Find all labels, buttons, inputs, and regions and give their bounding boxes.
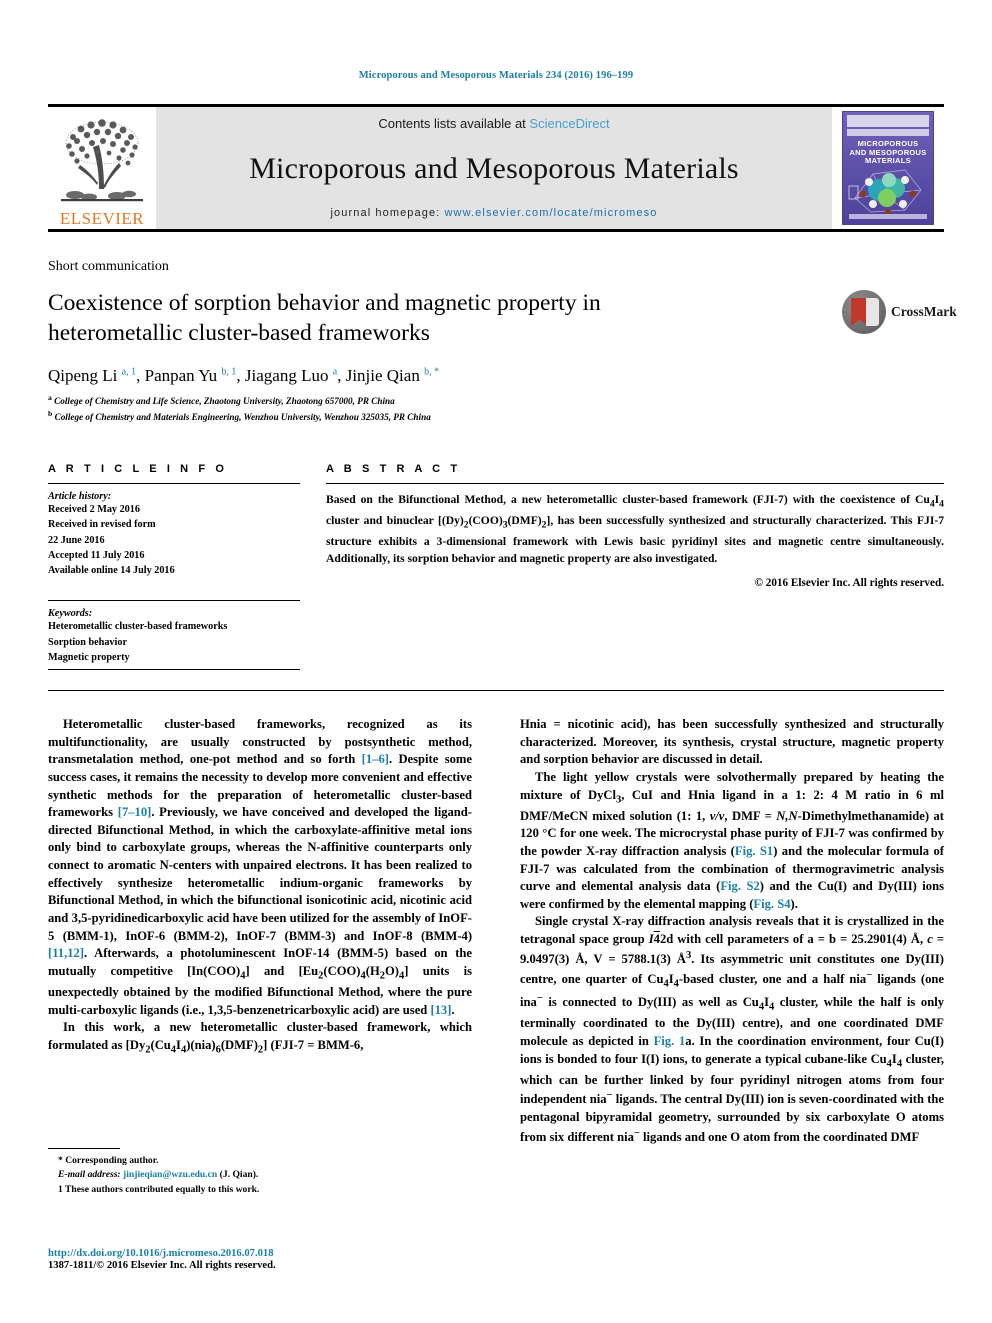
- footnote-rule: [48, 1148, 120, 1149]
- cover-header-bar: [847, 115, 929, 127]
- history-item: Accepted 11 July 2016: [48, 549, 145, 561]
- journal-cover-thumbnail: MICROPOROUS AND MESOPOROUS MATERIALS: [842, 111, 934, 225]
- abstract-section: A B S T R A C T Based on the Bifunctiona…: [326, 463, 944, 589]
- crossmark-badge[interactable]: CrossMark: [842, 286, 957, 338]
- figure-link[interactable]: Fig. S4: [753, 897, 790, 911]
- citation-link[interactable]: [13]: [430, 1003, 451, 1017]
- homepage-url-link[interactable]: www.elsevier.com/locate/micromeso: [445, 207, 658, 219]
- journal-title: Microporous and Mesoporous Materials: [249, 152, 739, 185]
- affiliation-list: a College of Chemistry and Life Science,…: [48, 392, 431, 425]
- journal-band: Contents lists available at ScienceDirec…: [156, 107, 832, 229]
- homepage-prefix: journal homepage:: [330, 207, 445, 219]
- keywords-label: Keywords:: [48, 608, 93, 620]
- paper-page: Microporous and Mesoporous Materials 234…: [0, 0, 992, 1323]
- article-history-list: Received 2 May 2016 Received in revised …: [48, 502, 300, 578]
- article-history-label: Article history:: [48, 491, 112, 502]
- footnote-email-line: E-mail address: jinjieqian@wzu.edu.cn (J…: [58, 1168, 472, 1182]
- contents-line: Contents lists available at ScienceDirec…: [378, 116, 609, 131]
- elsevier-wordmark: ELSEVIER: [59, 209, 145, 228]
- masthead-bottom-rule: [48, 229, 944, 232]
- email-suffix: (J. Qian).: [219, 1169, 259, 1181]
- body-top-rule: [48, 690, 944, 691]
- abstract-heading: A B S T R A C T: [326, 463, 461, 475]
- keywords-top-rule: [48, 600, 300, 602]
- email-link[interactable]: jinjieqian@wzu.edu.cn: [123, 1169, 217, 1180]
- issn-copyright-line: 1387-1811/© 2016 Elsevier Inc. All right…: [48, 1260, 276, 1271]
- crossmark-icon: [842, 290, 886, 334]
- body-column-left: Heterometallic cluster-based frameworks,…: [48, 716, 472, 1058]
- paragraph: Heterometallic cluster-based frameworks,…: [48, 717, 473, 1017]
- running-head: Microporous and Mesoporous Materials 234…: [358, 70, 634, 81]
- journal-homepage-line: journal homepage: www.elsevier.com/locat…: [331, 207, 658, 219]
- keyword-item: Sorption behavior: [48, 636, 127, 648]
- keywords-list: Heterometallic cluster-based frameworks …: [48, 619, 300, 665]
- article-type: Short communication: [48, 259, 169, 274]
- cover-footer-bar: [849, 214, 927, 219]
- cover-subheader-bar: [847, 129, 929, 136]
- figure-link[interactable]: Fig. S1: [735, 844, 773, 858]
- contents-prefix: Contents lists available at: [378, 116, 530, 131]
- elsevier-logo: ELSEVIER: [48, 107, 156, 229]
- history-item: Received in revised form: [48, 519, 156, 531]
- keyword-item: Magnetic property: [48, 652, 130, 664]
- sciencedirect-link[interactable]: ScienceDirect: [529, 116, 609, 131]
- history-item: Received 2 May 2016: [48, 504, 140, 515]
- email-label: E-mail address:: [58, 1169, 121, 1181]
- citation-link[interactable]: [7–10]: [118, 805, 152, 819]
- abstract-rule: [326, 483, 944, 484]
- footnote-corresponding-author: * Corresponding author.: [58, 1155, 159, 1166]
- figure-link[interactable]: Fig. 1: [654, 1034, 686, 1048]
- affiliation-a: a College of Chemistry and Life Science,…: [48, 393, 395, 407]
- journal-masthead: ELSEVIER Contents lists available at Sci…: [48, 104, 944, 232]
- abstract-text: Based on the Bifunctional Method, a new …: [326, 493, 944, 566]
- author-list: Qipeng Li a, 1, Panpan Yu b, 1, Jiagang …: [48, 366, 440, 385]
- cover-molecule-graphic: [848, 169, 922, 216]
- history-item: 22 June 2016: [48, 534, 105, 546]
- abstract-copyright: © 2016 Elsevier Inc. All rights reserved…: [754, 577, 944, 590]
- history-item: Available online 14 July 2016: [48, 565, 175, 577]
- doi-link[interactable]: http://dx.doi.org/10.1016/j.micromeso.20…: [48, 1248, 488, 1259]
- citation-link[interactable]: [1–6]: [362, 752, 389, 766]
- article-info-section: A R T I C L E I N F O Article history: R…: [48, 463, 300, 671]
- keyword-item: Heterometallic cluster-based frameworks: [48, 621, 228, 633]
- footnotes-block: * Corresponding author. E-mail address: …: [48, 1148, 472, 1197]
- citation-link[interactable]: [11,12]: [48, 946, 84, 960]
- footer-block: http://dx.doi.org/10.1016/j.micromeso.20…: [48, 1248, 488, 1271]
- paragraph: The light yellow crystals were solvother…: [520, 769, 945, 911]
- keywords-block: Keywords: Heterometallic cluster-based f…: [48, 608, 300, 671]
- paragraph: In this work, a new heterometallic clust…: [48, 1020, 472, 1056]
- article-info-rule: [48, 483, 300, 484]
- journal-cover-block: MICROPOROUS AND MESOPOROUS MATERIALS: [832, 107, 944, 229]
- figure-link[interactable]: Fig. S2: [720, 879, 759, 893]
- footnote-equal-contribution: 1 These authors contributed equally to t…: [58, 1183, 260, 1195]
- elsevier-tree-icon: [61, 119, 143, 202]
- paragraph: Hnia = nicotinic acid), has been success…: [520, 717, 944, 767]
- affiliation-b: b College of Chemistry and Materials Eng…: [48, 409, 431, 423]
- article-info-heading: A R T I C L E I N F O: [48, 463, 228, 475]
- paragraph: Single crystal X-ray diffraction analysi…: [520, 914, 945, 1144]
- crossmark-label: CrossMark: [891, 304, 957, 319]
- body-column-right: Hnia = nicotinic acid), has been success…: [520, 716, 944, 1147]
- page-title: Coexistence of sorption behavior and mag…: [48, 290, 601, 347]
